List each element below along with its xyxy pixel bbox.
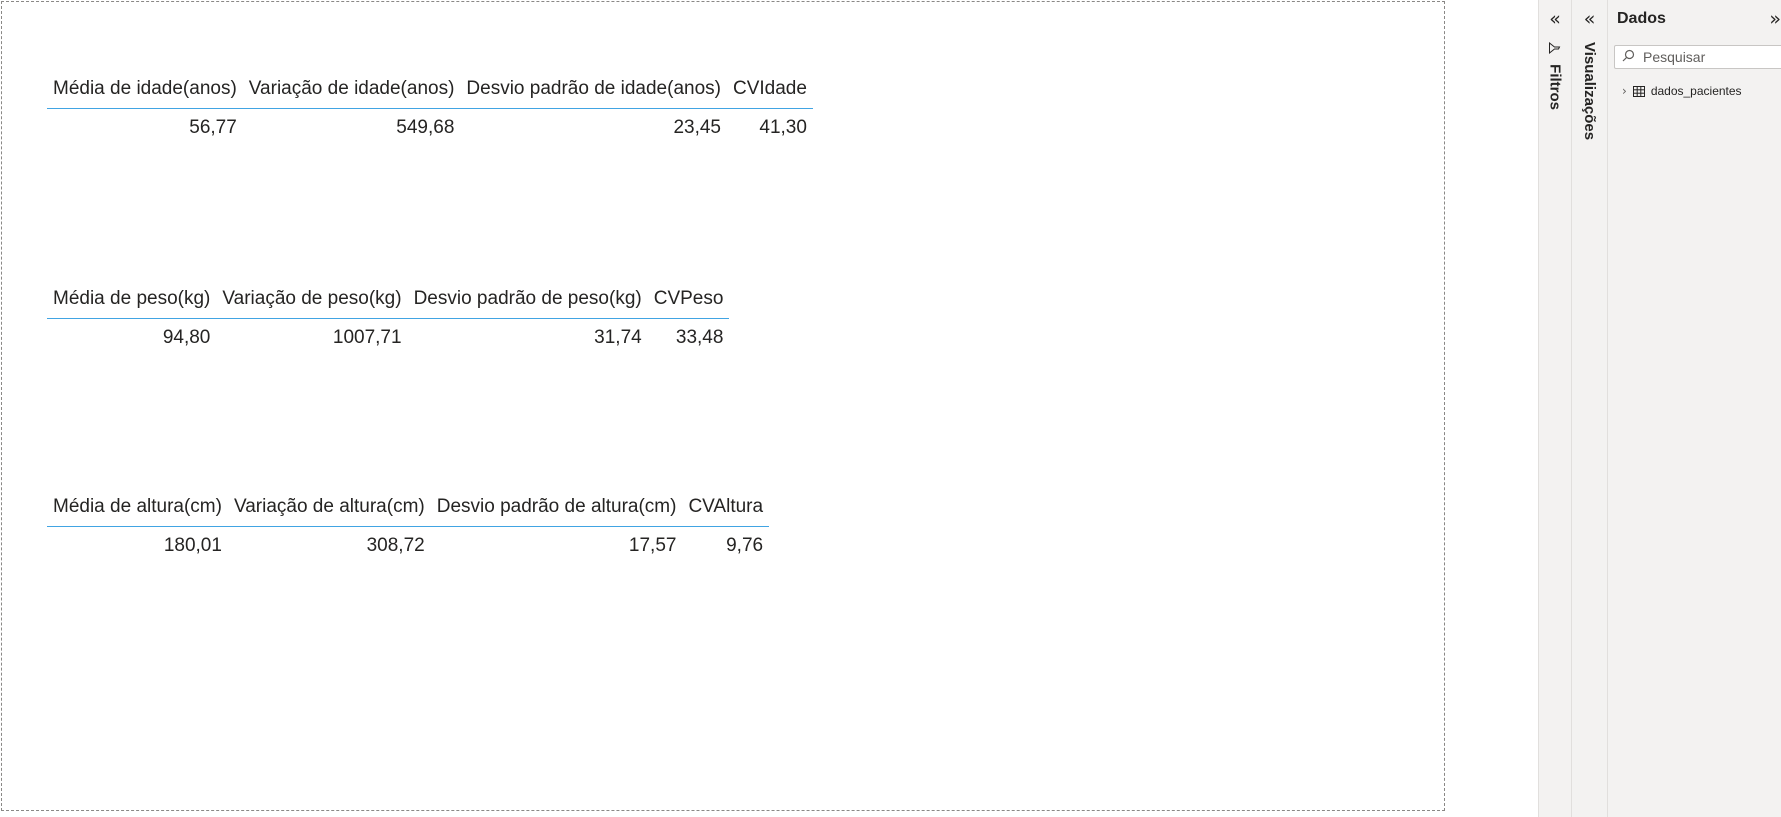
column-header[interactable]: CVAltura: [682, 496, 770, 527]
table-peso: Média de peso(kg) Variação de peso(kg) D…: [47, 288, 730, 350]
data-tree-item-dados-pacientes[interactable]: › dados_pacientes: [1622, 82, 1742, 100]
column-header[interactable]: Desvio padrão de altura(cm): [430, 496, 683, 527]
column-header[interactable]: Desvio padrão de idade(anos): [460, 78, 727, 109]
table-row: 56,77 549,68 23,45 41,30: [47, 109, 813, 140]
table-row: 180,01 308,72 17,57 9,76: [47, 527, 769, 558]
column-header[interactable]: Variação de altura(cm): [227, 496, 431, 527]
filter-icon: [1547, 41, 1564, 55]
table-header-row: Média de altura(cm) Variação de altura(c…: [47, 496, 770, 527]
column-header[interactable]: CVPeso: [647, 288, 730, 319]
filters-pane-label[interactable]: Filtros: [1546, 41, 1564, 111]
column-header[interactable]: CVIdade: [726, 78, 813, 109]
visualizations-pane-label[interactable]: Visualizações: [1581, 42, 1598, 140]
table-idade: Média de idade(anos) Variação de idade(a…: [47, 78, 813, 139]
table-header-row: Média de idade(anos) Variação de idade(a…: [47, 78, 813, 109]
search-input[interactable]: [1643, 48, 1781, 66]
table-visual-idade[interactable]: Média de idade(anos) Variação de idade(a…: [47, 78, 813, 139]
table-cell: 17,57: [628, 535, 677, 556]
report-page[interactable]: Média de idade(anos) Variação de idade(a…: [1, 1, 1445, 811]
table-altura: Média de altura(cm) Variação de altura(c…: [47, 496, 770, 558]
table-visual-peso[interactable]: Média de peso(kg) Variação de peso(kg) D…: [47, 288, 730, 350]
column-header[interactable]: Variação de idade(anos): [242, 78, 461, 109]
table-icon: [1632, 85, 1645, 97]
data-pane-title: Dados: [1617, 10, 1666, 27]
table-cell: 308,72: [366, 535, 425, 556]
column-header[interactable]: Variação de peso(kg): [216, 288, 408, 319]
table-cell: 180,01: [163, 535, 222, 556]
data-tree-item-label: dados_pacientes: [1650, 84, 1742, 98]
table-cell: 549,68: [396, 117, 455, 138]
filters-pane[interactable]: « Filtros: [1538, 0, 1571, 817]
table-cell: 56,77: [189, 117, 237, 138]
table-cell: 31,74: [594, 327, 642, 348]
table-cell: 94,80: [162, 327, 211, 348]
table-cell: 41,30: [759, 117, 807, 138]
data-pane: Dados » › dados_pacientes: [1607, 0, 1781, 817]
table-cell: 23,45: [673, 117, 721, 138]
visualizations-pane[interactable]: « Visualizações: [1571, 0, 1607, 817]
double-chevron-right-icon[interactable]: »: [1769, 8, 1781, 30]
table-cell: 1007,71: [332, 327, 402, 348]
table-cell: 33,48: [675, 327, 724, 348]
column-header[interactable]: Desvio padrão de peso(kg): [407, 288, 648, 319]
search-icon: [1622, 49, 1635, 66]
double-chevron-left-icon[interactable]: «: [1572, 8, 1607, 30]
double-chevron-left-icon[interactable]: «: [1539, 8, 1571, 30]
column-header[interactable]: Média de peso(kg): [47, 288, 217, 319]
column-header[interactable]: Média de altura(cm): [47, 496, 228, 527]
report-canvas: Média de idade(anos) Variação de idade(a…: [0, 0, 1538, 817]
table-visual-altura[interactable]: Média de altura(cm) Variação de altura(c…: [47, 496, 770, 558]
chevron-right-icon[interactable]: ›: [1622, 84, 1627, 98]
filters-label: Filtros: [1546, 64, 1564, 111]
column-header[interactable]: Média de idade(anos): [47, 78, 243, 109]
table-row: 94,80 1007,71 31,74 33,48: [47, 319, 729, 350]
data-search-box[interactable]: [1614, 45, 1781, 69]
visualizations-label: Visualizações: [1581, 42, 1598, 141]
table-cell: 9,76: [726, 535, 764, 556]
table-header-row: Média de peso(kg) Variação de peso(kg) D…: [47, 288, 730, 319]
